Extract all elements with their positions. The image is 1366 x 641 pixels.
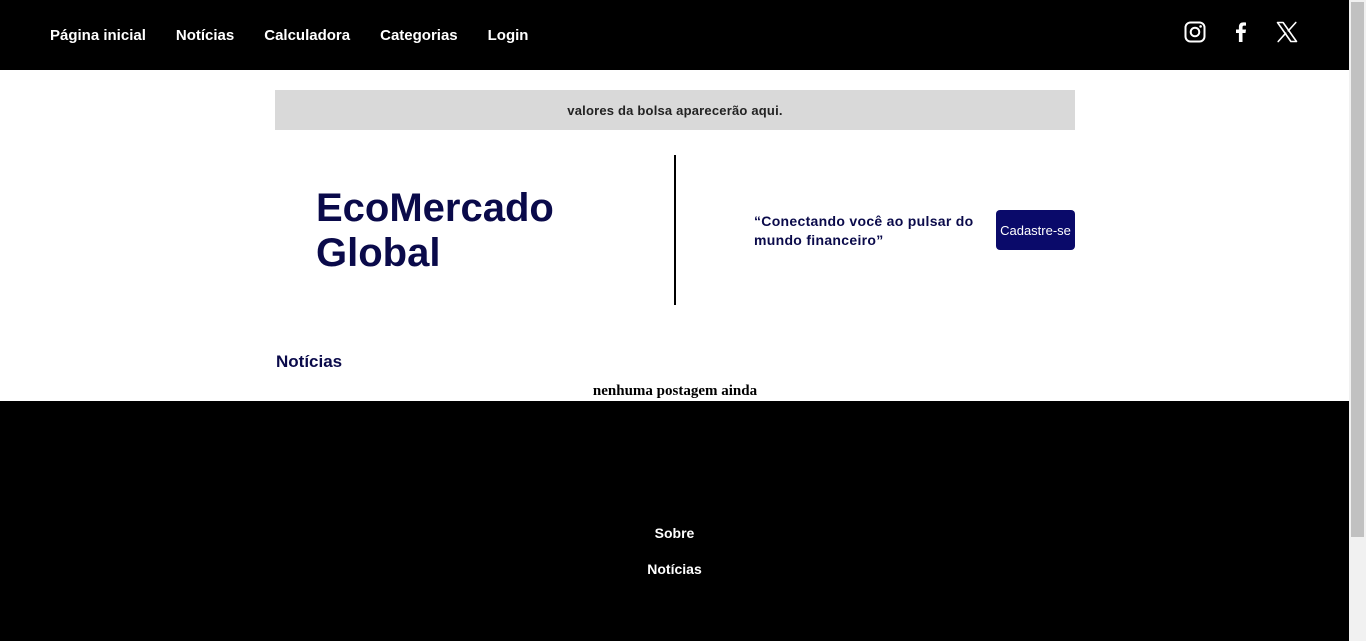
nav-categories-link[interactable]: Categorias xyxy=(380,27,458,44)
nav-calculator-link[interactable]: Calculadora xyxy=(264,27,350,44)
vertical-scrollbar[interactable] xyxy=(1349,0,1366,641)
page: Página inicial Notícias Calculadora Cate… xyxy=(0,0,1349,641)
top-navbar: Página inicial Notícias Calculadora Cate… xyxy=(0,0,1349,70)
main-nav: Página inicial Notícias Calculadora Cate… xyxy=(50,0,528,70)
x-twitter-icon[interactable] xyxy=(1275,20,1299,44)
social-links xyxy=(1183,20,1299,44)
nav-login-link[interactable]: Login xyxy=(488,27,529,44)
site-footer: Sobre Notícias xyxy=(0,401,1349,641)
stock-ticker: valores da bolsa aparecerão aqui. xyxy=(275,90,1075,130)
no-posts-message: nenhuma postagem ainda xyxy=(592,383,758,399)
nav-news-link[interactable]: Notícias xyxy=(176,27,234,44)
facebook-icon[interactable] xyxy=(1229,20,1253,44)
footer-news-link[interactable]: Notícias xyxy=(0,561,1349,577)
news-section-title: Notícias xyxy=(276,352,343,371)
ticker-text: valores da bolsa aparecerão aqui. xyxy=(567,102,783,118)
scrollbar-thumb[interactable] xyxy=(1351,2,1364,537)
nav-home-link[interactable]: Página inicial xyxy=(50,27,146,44)
footer-about-link[interactable]: Sobre xyxy=(0,525,1349,541)
instagram-icon[interactable] xyxy=(1183,20,1207,44)
signup-button[interactable]: Cadastre-se xyxy=(996,210,1075,250)
hero-tagline: “Conectando você ao pulsar do mundo fina… xyxy=(754,213,974,248)
site-brand-title: EcoMercado Global xyxy=(316,186,554,275)
hero-divider xyxy=(674,155,676,305)
